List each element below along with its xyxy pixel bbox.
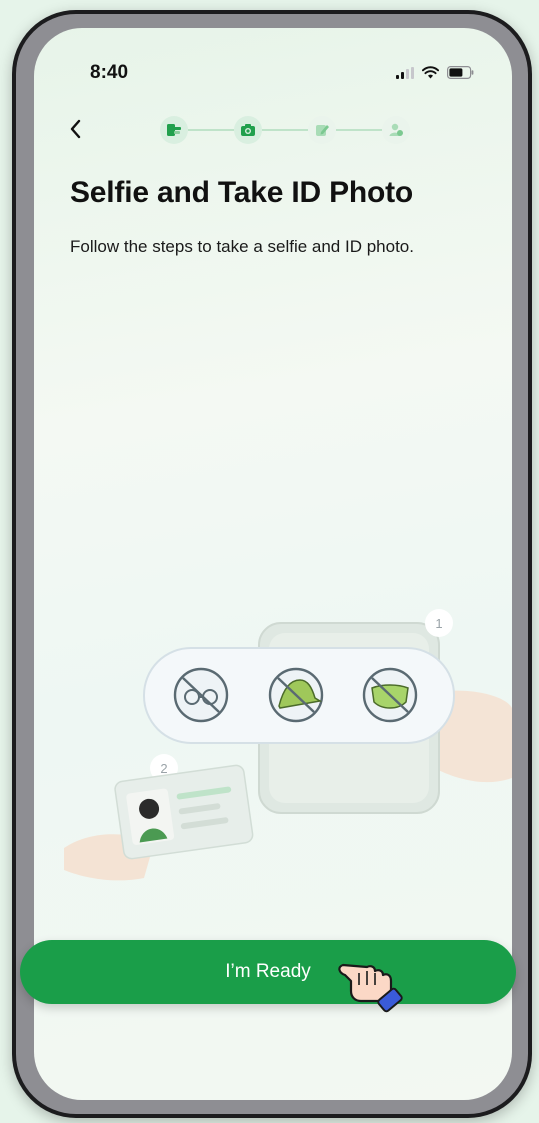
step-camera <box>234 116 262 144</box>
status-icons <box>396 66 474 79</box>
step-connector <box>336 129 382 131</box>
no-mask-icon <box>362 667 418 723</box>
im-ready-button[interactable]: I’m Ready <box>20 940 516 1004</box>
progress-stepper <box>160 116 410 144</box>
battery-icon <box>447 66 474 79</box>
selfie-id-illustration: 1 2 <box>64 609 512 881</box>
hand-pointer-icon <box>338 963 403 1013</box>
chevron-left-icon <box>70 119 81 139</box>
im-ready-button-label: I’m Ready <box>225 961 311 982</box>
no-glasses-icon <box>173 667 229 723</box>
cellular-signal-icon <box>396 66 414 79</box>
back-button[interactable] <box>60 114 90 144</box>
edit-icon <box>316 125 329 136</box>
step-badge-1-label: 1 <box>435 616 442 631</box>
page-title: Selfie and Take ID Photo <box>70 176 414 209</box>
camera-icon <box>241 124 255 136</box>
wifi-icon <box>422 66 439 79</box>
step-edit <box>308 116 336 144</box>
step-badge-2-label: 2 <box>160 761 167 776</box>
nav-bar <box>34 108 512 152</box>
step-user-check <box>382 116 410 144</box>
step-connector <box>188 129 234 131</box>
no-hat-icon <box>268 667 324 723</box>
status-time: 8:40 <box>90 62 129 83</box>
step-connector <box>262 129 308 131</box>
page-subtitle: Follow the steps to take a selfie and ID… <box>70 237 414 256</box>
id-card-graphic <box>114 764 254 860</box>
status-bar: 8:40 <box>34 28 512 98</box>
user-check-icon <box>389 123 403 136</box>
id-card-icon <box>167 124 181 136</box>
step-id-card <box>160 116 188 144</box>
